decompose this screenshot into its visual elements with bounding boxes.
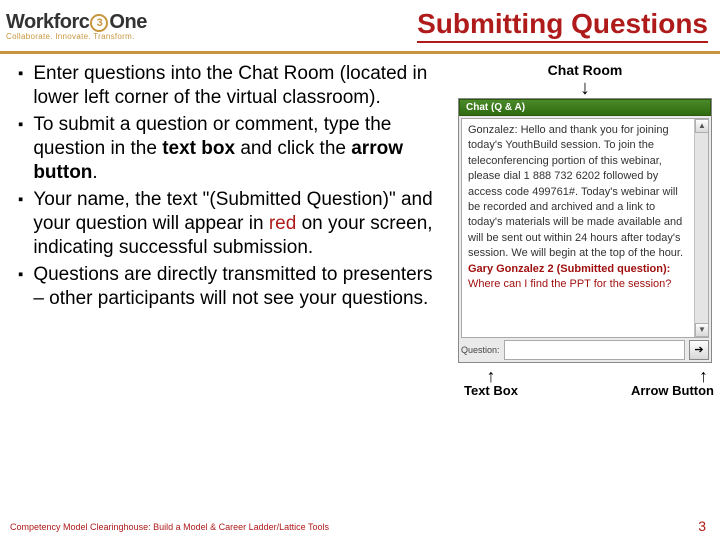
logo-three-icon: 3 <box>90 14 108 32</box>
chat-input-row: Question: ➔ <box>461 340 709 360</box>
chat-panel: Chat (Q & A) Gonzalez: Hello and thank y… <box>458 98 712 363</box>
question-input[interactable] <box>504 340 685 360</box>
logo-word-b: One <box>109 11 146 33</box>
scroll-down-icon[interactable]: ▼ <box>695 323 709 337</box>
list-item: Enter questions into the Chat Room (loca… <box>18 62 448 111</box>
text-box-callout: ↑ Text Box <box>464 369 518 398</box>
list-item: Your name, the text "(Submitted Question… <box>18 188 448 261</box>
submit-arrow-button[interactable]: ➔ <box>689 340 709 360</box>
bottom-callouts: ↑ Text Box ↑ Arrow Button <box>458 369 712 398</box>
input-label: Question: <box>461 345 500 355</box>
logo-text: Workforc3One <box>6 11 147 34</box>
list-item: To submit a question or comment, type th… <box>18 113 448 186</box>
chat-message: Gonzalez: Hello and thank you for joinin… <box>468 124 683 259</box>
chat-body: Gonzalez: Hello and thank you for joinin… <box>461 118 709 338</box>
bullet-list: Enter questions into the Chat Room (loca… <box>18 62 448 311</box>
t: and click the <box>235 138 351 159</box>
t: red <box>269 213 296 234</box>
header-bar: Workforc3One Collaborate. Innovate. Tran… <box>0 0 720 54</box>
scrollbar[interactable]: ▲ ▼ <box>694 119 708 337</box>
bullet-text: Your name, the text "(Submitted Question… <box>33 188 448 261</box>
chat-submitted-name: Gary Gonzalez 2 (Submitted question): <box>468 263 670 275</box>
arrow-up-icon: ↑ <box>631 369 714 383</box>
footer-text: Competency Model Clearinghouse: Build a … <box>10 522 329 532</box>
arrow-button-callout: ↑ Arrow Button <box>631 369 714 398</box>
bullet-text: Enter questions into the Chat Room (loca… <box>33 62 448 111</box>
arrow-button-label: Arrow Button <box>631 383 714 398</box>
logo-word-a: Workforc <box>6 11 89 33</box>
page-number: 3 <box>698 518 706 534</box>
chat-illustration: Chat Room ↓ Chat (Q & A) Gonzalez: Hello… <box>458 62 712 363</box>
chat-submitted-question: Where can I find the PPT for the session… <box>468 278 671 290</box>
list-item: Questions are directly transmitted to pr… <box>18 263 448 312</box>
text-box-label: Text Box <box>464 383 518 398</box>
bullet-text: To submit a question or comment, type th… <box>33 113 448 186</box>
t: text box <box>162 138 235 159</box>
chat-room-label: Chat Room <box>458 62 712 78</box>
arrow-up-icon: ↑ <box>464 369 518 383</box>
bullet-text: Questions are directly transmitted to pr… <box>33 263 448 312</box>
bullet-column: Enter questions into the Chat Room (loca… <box>18 62 448 363</box>
t: . <box>92 162 97 183</box>
page-title: Submitting Questions <box>417 8 708 43</box>
arrow-down-icon: ↓ <box>458 78 712 98</box>
logo: Workforc3One Collaborate. Innovate. Tran… <box>6 11 147 41</box>
main-content: Enter questions into the Chat Room (loca… <box>0 54 720 363</box>
chat-panel-title: Chat (Q & A) <box>459 99 711 116</box>
scroll-up-icon[interactable]: ▲ <box>695 119 709 133</box>
logo-tagline: Collaborate. Innovate. Transform. <box>6 32 147 41</box>
